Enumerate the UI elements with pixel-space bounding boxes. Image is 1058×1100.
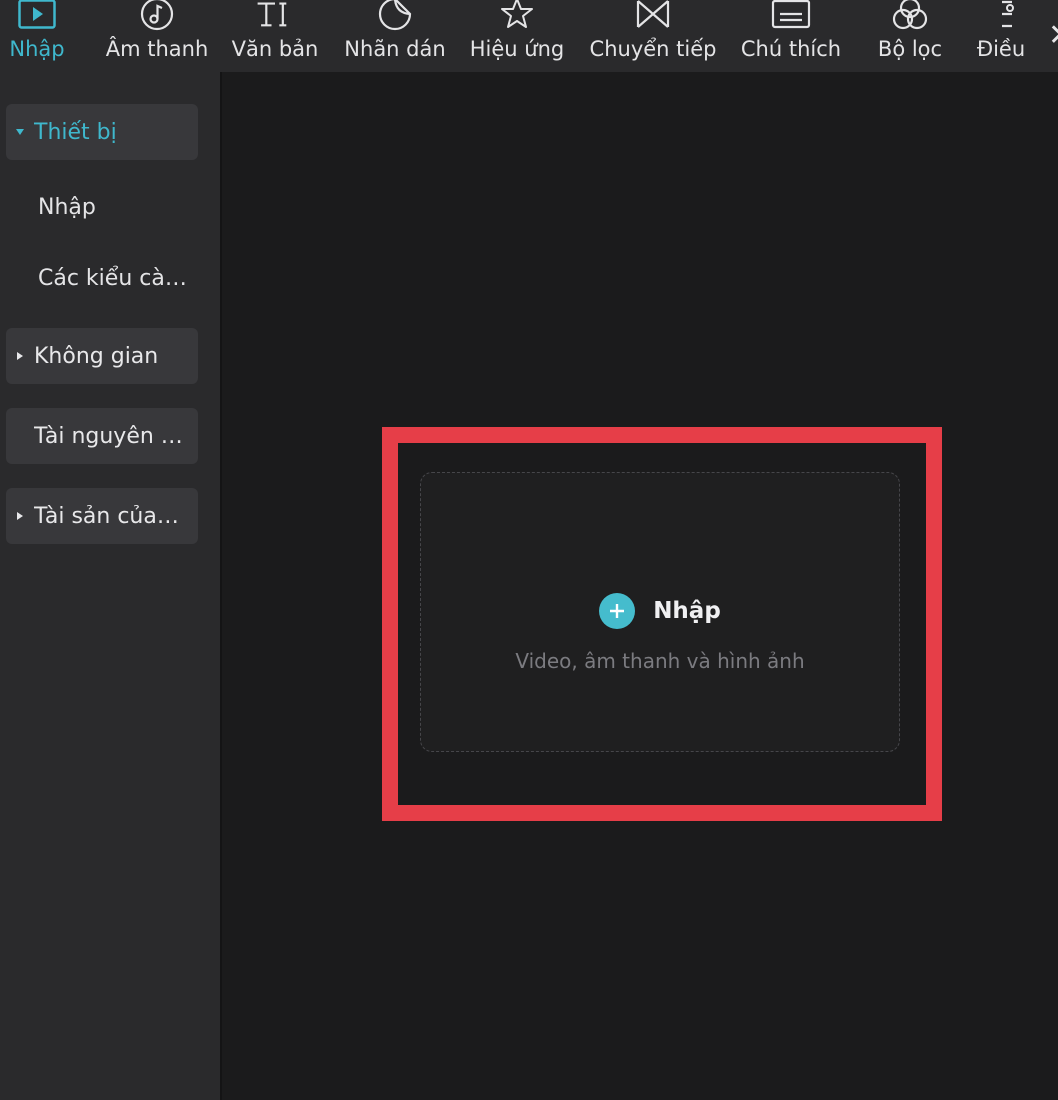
import-dropzone[interactable]: Nhập Video, âm thanh và hình ảnh (420, 472, 900, 752)
sidebar-item-import[interactable]: Nhập (38, 188, 198, 228)
tab-captions[interactable]: Chú thích (734, 0, 848, 72)
media-sidebar: Thiết bị Nhập Các kiểu cà… Không gian Tà… (0, 72, 222, 1100)
effects-star-icon (497, 0, 537, 30)
editor-window: Nhập Âm thanh Văn bản Nhãn dán Hiệu ứng (0, 0, 1058, 1100)
tab-effects[interactable]: Hiệu ứng (462, 0, 572, 72)
tab-label: Nhãn dán (344, 37, 446, 61)
sticker-icon (375, 0, 415, 31)
tab-label: Âm thanh (105, 37, 209, 61)
tab-import[interactable]: Nhập (0, 0, 74, 72)
tab-adjust[interactable]: Điều (968, 0, 1034, 72)
tab-stickers[interactable]: Nhãn dán (338, 0, 452, 72)
tab-label: Nhập (9, 37, 65, 61)
tab-filters[interactable]: Bộ lọc (866, 0, 954, 72)
caret-right-icon (6, 350, 34, 362)
tab-label: Văn bản (231, 37, 319, 61)
caption-icon (771, 0, 811, 30)
import-hint: Video, âm thanh và hình ảnh (515, 649, 805, 673)
sidebar-group-space[interactable]: Không gian (6, 328, 198, 384)
caret-down-icon (6, 126, 34, 138)
sidebar-group-assets[interactable]: Tài sản của… (6, 488, 198, 544)
text-icon (255, 0, 295, 30)
sidebar-group-device[interactable]: Thiết bị (6, 104, 198, 160)
tab-label: Chú thích (740, 37, 842, 61)
plus-icon (599, 593, 636, 629)
sidebar-group-label: Tài nguyên … (34, 423, 183, 449)
import-label: Nhập (653, 598, 721, 624)
adjust-icon (981, 0, 1021, 30)
sidebar-group-label: Thiết bị (34, 119, 117, 145)
media-import-icon (17, 0, 57, 30)
transition-icon (633, 0, 673, 30)
sidebar-group-resources[interactable]: Tài nguyên … (6, 408, 198, 464)
media-main-area: Nhập Video, âm thanh và hình ảnh (224, 72, 1058, 1100)
sidebar-group-label: Tài sản của… (34, 503, 179, 529)
tab-label: Bộ lọc (877, 37, 943, 61)
tab-label: Chuyển tiếp (589, 37, 717, 61)
caret-right-icon (6, 510, 34, 522)
close-icon[interactable]: ✕ (1048, 18, 1058, 54)
filter-icon (890, 0, 930, 30)
tab-transitions[interactable]: Chuyển tiếp (584, 0, 722, 72)
tab-label: Hiệu ứng (469, 37, 565, 61)
import-button[interactable]: Nhập (421, 593, 899, 629)
tab-label: Điều (976, 37, 1026, 61)
tab-audio[interactable]: Âm thanh (98, 0, 216, 72)
music-note-icon (137, 0, 177, 31)
top-toolbar: Nhập Âm thanh Văn bản Nhãn dán Hiệu ứng (0, 0, 1058, 72)
tab-text[interactable]: Văn bản (226, 0, 324, 72)
sidebar-group-label: Không gian (34, 343, 159, 369)
sidebar-item-styles[interactable]: Các kiểu cà… (38, 259, 198, 299)
